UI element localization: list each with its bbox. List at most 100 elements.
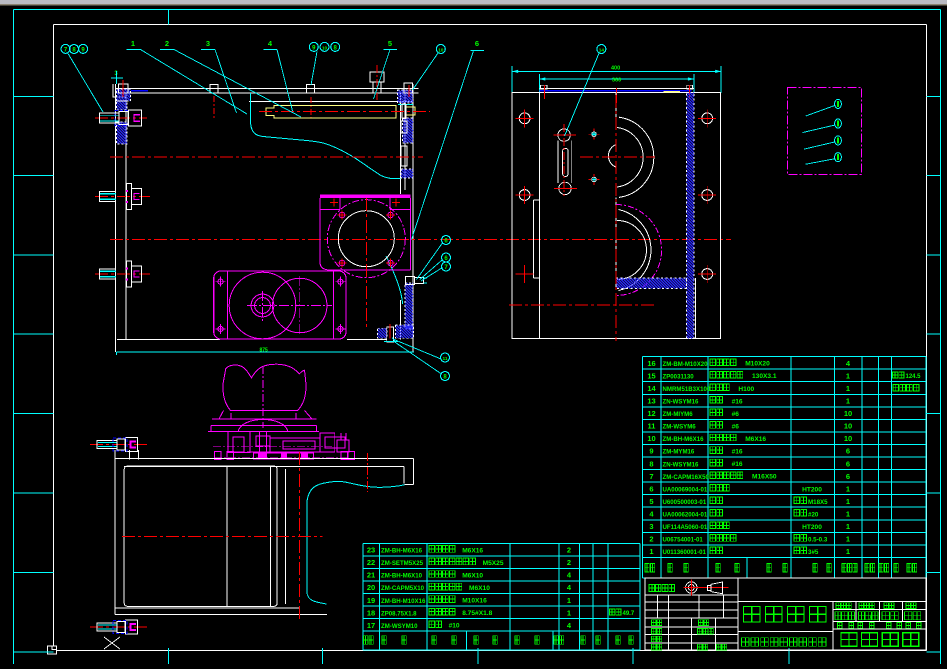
svg-text:6: 6 — [846, 447, 850, 456]
svg-text:ZM-BH-M6X10: ZM-BH-M6X10 — [381, 573, 423, 580]
svg-text:23: 23 — [367, 546, 375, 555]
svg-text:6: 6 — [649, 484, 653, 493]
svg-text:1: 1 — [846, 510, 850, 519]
svg-text:ZM-WSYM10: ZM-WSYM10 — [381, 623, 418, 630]
svg-text:13: 13 — [647, 397, 655, 406]
svg-text:21: 21 — [367, 571, 375, 580]
svg-text:10: 10 — [322, 45, 328, 51]
svg-text:10: 10 — [647, 434, 655, 443]
svg-text:10: 10 — [438, 47, 444, 53]
svg-text:1: 1 — [846, 522, 850, 531]
svg-text:1: 1 — [649, 547, 653, 556]
svg-text:124.5: 124.5 — [906, 374, 922, 380]
svg-text:7: 7 — [649, 472, 653, 481]
svg-text:400: 400 — [611, 66, 620, 72]
svg-text:10: 10 — [844, 434, 852, 443]
svg-text:6: 6 — [846, 472, 850, 481]
svg-text:1: 1 — [131, 39, 135, 48]
svg-text:1: 1 — [846, 497, 850, 506]
svg-text:3: 3 — [206, 39, 210, 48]
svg-text:U600500003-01: U600500003-01 — [663, 499, 707, 506]
svg-text:1: 1 — [567, 596, 571, 605]
svg-text:2: 2 — [567, 546, 571, 555]
svg-text:875: 875 — [260, 348, 269, 354]
svg-text:M10X16: M10X16 — [462, 598, 487, 605]
svg-text:ZM-BH-M6X16: ZM-BH-M6X16 — [381, 548, 423, 555]
svg-text:2: 2 — [165, 39, 169, 48]
svg-text:1: 1 — [846, 535, 850, 544]
svg-text:#6: #6 — [732, 411, 740, 418]
svg-text:130X3.1: 130X3.1 — [752, 373, 777, 380]
svg-text:M10X20: M10X20 — [745, 361, 770, 368]
svg-text:6: 6 — [846, 459, 850, 468]
svg-text:M6X16: M6X16 — [462, 547, 483, 554]
svg-text:UF114A5060-01: UF114A5060-01 — [663, 524, 708, 531]
svg-text:ZP0031130: ZP0031130 — [663, 373, 695, 380]
svg-text:11: 11 — [442, 356, 447, 362]
svg-text:2: 2 — [649, 535, 653, 544]
svg-text:22: 22 — [367, 558, 375, 567]
svg-text:H100: H100 — [738, 386, 754, 393]
svg-text:15: 15 — [647, 371, 655, 380]
svg-text:ZM-CAPM16X50: ZM-CAPM16X50 — [663, 474, 710, 481]
svg-text:5: 5 — [649, 497, 653, 506]
svg-text:19: 19 — [367, 596, 375, 605]
svg-text:1: 1 — [567, 608, 571, 617]
svg-text:8: 8 — [649, 459, 653, 468]
svg-text:3#5: 3#5 — [808, 549, 819, 556]
svg-text:ZM-BH-M10X16: ZM-BH-M10X16 — [381, 598, 426, 605]
svg-text:HT200: HT200 — [802, 486, 822, 493]
svg-text:3: 3 — [649, 522, 653, 531]
svg-text:ZM-WSYM6: ZM-WSYM6 — [663, 424, 697, 431]
svg-text:M6X10: M6X10 — [469, 585, 490, 592]
svg-text:1: 1 — [846, 484, 850, 493]
svg-text:ZM-SETM5X25: ZM-SETM5X25 — [381, 560, 424, 567]
svg-text:360: 360 — [612, 78, 621, 84]
svg-text:UA00062004-01: UA00062004-01 — [663, 512, 708, 519]
svg-text:5: 5 — [388, 39, 392, 48]
svg-text:ZN-WSYM16: ZN-WSYM16 — [663, 461, 699, 468]
svg-text:HT200: HT200 — [802, 524, 822, 531]
svg-text:0.5-0.3: 0.5-0.3 — [808, 536, 828, 543]
svg-text:11: 11 — [648, 422, 656, 431]
svg-text:U06754001-01: U06754001-01 — [663, 537, 704, 544]
svg-text:M5X25: M5X25 — [483, 560, 504, 567]
svg-text:ZN-WSYM16: ZN-WSYM16 — [663, 399, 699, 406]
svg-text:49.7: 49.7 — [623, 611, 635, 617]
svg-text:1: 1 — [846, 397, 850, 406]
svg-text:1: 1 — [846, 371, 850, 380]
svg-text:M6X10: M6X10 — [462, 572, 483, 579]
svg-text:2: 2 — [567, 558, 571, 567]
svg-text:6: 6 — [475, 39, 479, 48]
svg-text:14: 14 — [647, 384, 656, 393]
svg-text:#16: #16 — [732, 461, 743, 468]
svg-text:#16: #16 — [732, 398, 743, 405]
svg-text:8.75#X1.8: 8.75#X1.8 — [462, 610, 492, 617]
svg-text:ZM-BH-M6X16: ZM-BH-M6X16 — [663, 436, 705, 443]
svg-text:10: 10 — [844, 409, 852, 418]
svg-text:16: 16 — [647, 359, 655, 368]
svg-text:1: 1 — [846, 384, 850, 393]
svg-text:#20: #20 — [808, 511, 819, 518]
svg-text:12: 12 — [647, 409, 655, 418]
svg-text:NMRM51B3X100: NMRM51B3X100 — [663, 386, 711, 393]
svg-text:#10: #10 — [449, 623, 460, 630]
svg-text:9: 9 — [649, 447, 653, 456]
svg-text:M6X16: M6X16 — [745, 436, 766, 443]
svg-text:ZP08.75X1.8: ZP08.75X1.8 — [381, 610, 417, 617]
svg-text:ZM-BM-M10X20: ZM-BM-M10X20 — [663, 361, 709, 368]
svg-text:M16X50: M16X50 — [752, 474, 777, 481]
svg-text:10: 10 — [844, 422, 852, 431]
svg-text:1: 1 — [846, 547, 850, 556]
svg-text:#16: #16 — [732, 449, 743, 456]
svg-text:ZM-MYM16: ZM-MYM16 — [663, 449, 695, 456]
svg-text:17: 17 — [367, 621, 375, 630]
svg-text:#6: #6 — [732, 423, 740, 430]
svg-text:ZM-CAPM5X10: ZM-CAPM5X10 — [381, 585, 425, 592]
svg-text:18: 18 — [367, 608, 375, 617]
svg-text:M18X5: M18X5 — [808, 499, 828, 506]
svg-text:ZM-MIYM6: ZM-MIYM6 — [663, 411, 694, 418]
svg-text:20: 20 — [367, 583, 375, 592]
svg-text:U011360001-01: U011360001-01 — [663, 549, 707, 556]
svg-text:14: 14 — [599, 47, 605, 53]
